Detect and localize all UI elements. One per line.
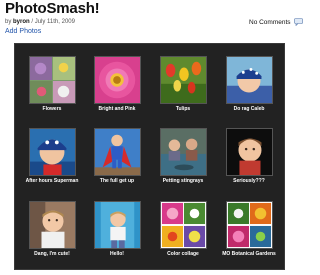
- post-date: July 11th, 2009: [34, 19, 75, 25]
- photo-thumbnail[interactable]: [226, 56, 273, 104]
- post-title: PhotoSmash!: [5, 0, 100, 17]
- photo-thumbnail[interactable]: [94, 56, 141, 104]
- photo-thumbnail[interactable]: [29, 201, 76, 249]
- author-link[interactable]: byron: [13, 19, 30, 25]
- photo-caption[interactable]: Tulips: [147, 106, 219, 112]
- photo-caption[interactable]: MO Botanical Gardens: [213, 251, 285, 257]
- photo-caption[interactable]: Flowers: [16, 106, 88, 112]
- photo-caption[interactable]: Do rag Caleb: [213, 106, 285, 112]
- photo-thumbnail[interactable]: [94, 128, 141, 176]
- photo-caption[interactable]: The full get up: [81, 178, 153, 184]
- photo-caption[interactable]: Color collage: [147, 251, 219, 257]
- photo-caption[interactable]: Seriously???: [213, 178, 285, 184]
- photo-thumbnail[interactable]: [94, 201, 141, 249]
- byline: by byron / July 11th, 2009: [5, 19, 75, 25]
- photo-thumbnail[interactable]: [226, 201, 273, 249]
- photo-thumbnail[interactable]: [29, 56, 76, 104]
- photo-caption[interactable]: After hours Superman: [16, 178, 88, 184]
- photo-thumbnail[interactable]: [160, 128, 207, 176]
- photo-caption[interactable]: Bright and Pink: [81, 106, 153, 112]
- photo-thumbnail[interactable]: [226, 128, 273, 176]
- add-photos-link[interactable]: Add Photos: [5, 28, 41, 35]
- photo-gallery: Flowers Bright and Pink Tulips Do rag Ca…: [14, 43, 285, 270]
- photo-thumbnail[interactable]: [160, 201, 207, 249]
- speech-bubble-icon: [293, 18, 303, 27]
- photo-thumbnail[interactable]: [160, 56, 207, 104]
- photo-caption[interactable]: Dang, I'm cute!: [16, 251, 88, 257]
- photo-thumbnail[interactable]: [29, 128, 76, 176]
- byline-prefix: by: [5, 19, 14, 25]
- comments-count: No Comments: [249, 18, 291, 26]
- photo-caption[interactable]: Petting stingrays: [147, 178, 219, 184]
- comments-link[interactable]: No Comments: [249, 18, 303, 27]
- photo-caption[interactable]: Hello!: [81, 251, 153, 257]
